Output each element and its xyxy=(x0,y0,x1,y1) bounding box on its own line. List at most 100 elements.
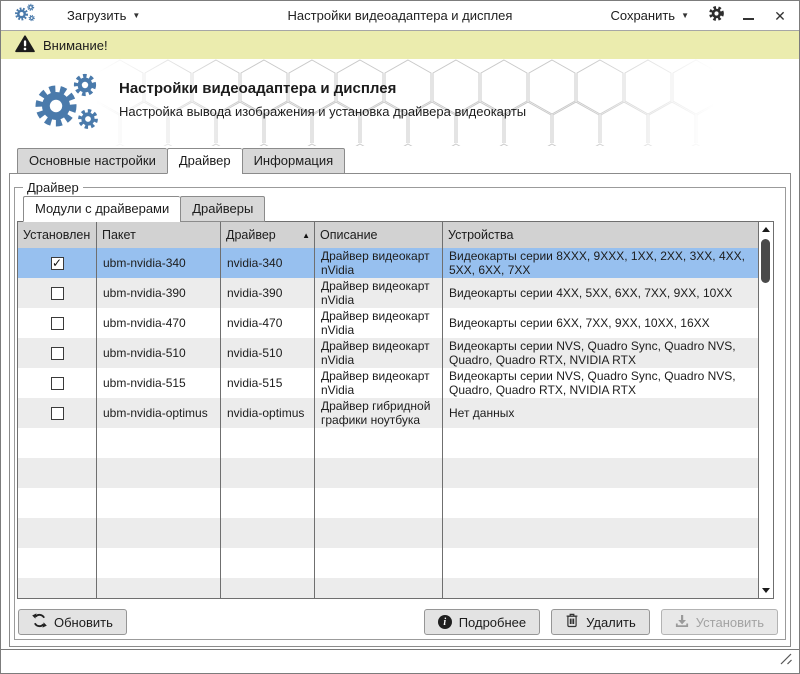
table-cell-installed xyxy=(18,308,97,338)
table-empty-row[interactable] xyxy=(18,458,759,488)
table-cell-package xyxy=(97,518,221,548)
load-menu-button[interactable]: Загрузить ▼ xyxy=(63,6,144,25)
table-cell-driver xyxy=(221,428,315,458)
installed-checkbox[interactable] xyxy=(51,347,64,360)
driver-groupbox: Драйвер Модули с драйверамиДрайверы Уста… xyxy=(14,180,786,640)
delete-button[interactable]: Удалить xyxy=(551,609,650,635)
table-row[interactable]: ubm-nvidia-510nvidia-510Драйвер видеокар… xyxy=(18,338,759,368)
column-header-driver[interactable]: Драйвер▲ xyxy=(221,222,315,248)
delete-button-label: Удалить xyxy=(586,615,636,630)
table-row[interactable]: ✓ubm-nvidia-340nvidia-340Драйвер видеока… xyxy=(18,248,759,278)
column-header-package[interactable]: Пакет xyxy=(97,222,221,248)
table-cell-devices xyxy=(443,518,759,548)
table-empty-row[interactable] xyxy=(18,518,759,548)
save-menu-button[interactable]: Сохранить ▼ xyxy=(606,6,693,25)
caret-down-icon: ▼ xyxy=(681,11,689,20)
table-cell-driver: nvidia-390 xyxy=(221,278,315,308)
table-cell-devices xyxy=(443,548,759,578)
column-header-label: Установлен xyxy=(23,228,90,242)
table-cell-description xyxy=(315,428,443,458)
table-empty-row[interactable] xyxy=(18,428,759,458)
table-cell-devices: Видеокарты серии 4XX, 5XX, 6XX, 7XX, 9XX… xyxy=(443,278,759,308)
install-button[interactable]: Установить xyxy=(661,609,778,635)
scrollbar-thumb[interactable] xyxy=(761,239,770,283)
tab-driver[interactable]: Драйвер xyxy=(167,148,242,174)
table-cell-driver xyxy=(221,488,315,518)
table-cell-package xyxy=(97,548,221,578)
table-cell-driver: nvidia-optimus xyxy=(221,398,315,428)
table-cell-installed xyxy=(18,578,97,598)
table-cell-package xyxy=(97,578,221,598)
table-cell-package: ubm-nvidia-515 xyxy=(97,368,221,398)
button-row: Обновить i Подробнее xyxy=(18,609,778,635)
details-button[interactable]: i Подробнее xyxy=(424,609,540,635)
table-cell-package: ubm-nvidia-510 xyxy=(97,338,221,368)
triangle-down-icon xyxy=(762,588,770,593)
column-header-description[interactable]: Описание xyxy=(315,222,443,248)
table-cell-devices xyxy=(443,458,759,488)
table-cell-devices xyxy=(443,578,759,598)
table-cell-description xyxy=(315,518,443,548)
table-cell-description xyxy=(315,578,443,598)
table-empty-row[interactable] xyxy=(18,578,759,598)
table-empty-row[interactable] xyxy=(18,548,759,578)
table-cell-description: Драйвер видеокарт nVidia xyxy=(315,278,443,308)
tab-drivers[interactable]: Драйверы xyxy=(180,196,265,222)
column-header-devices[interactable]: Устройства xyxy=(443,222,759,248)
table-cell-devices xyxy=(443,428,759,458)
main-area: Основные настройкиДрайверИнформация Драй… xyxy=(9,148,791,647)
scroll-down-button[interactable] xyxy=(759,583,773,598)
driver-modules-table: Установлен ПакетДрайвер▲ Описание Устройств… xyxy=(17,221,774,599)
table-cell-installed xyxy=(18,338,97,368)
table-cell-driver xyxy=(221,548,315,578)
installed-checkbox[interactable] xyxy=(51,407,64,420)
gear-icon xyxy=(708,5,725,27)
close-button[interactable]: ✕ xyxy=(771,7,789,25)
minimize-button[interactable] xyxy=(739,7,757,25)
table-cell-driver: nvidia-510 xyxy=(221,338,315,368)
installed-checkbox[interactable]: ✓ xyxy=(51,257,64,270)
statusbar xyxy=(1,649,799,673)
table-cell-installed xyxy=(18,518,97,548)
warning-icon xyxy=(15,35,35,56)
caret-down-icon: ▼ xyxy=(132,11,140,20)
table-cell-devices: Видеокарты серии NVS, Quadro Sync, Quadr… xyxy=(443,368,759,398)
table-row[interactable]: ubm-nvidia-optimusnvidia-optimusДрайвер … xyxy=(18,398,759,428)
table-empty-row[interactable] xyxy=(18,488,759,518)
installed-checkbox[interactable] xyxy=(51,317,64,330)
settings-gear-button[interactable] xyxy=(707,7,725,25)
table-cell-package: ubm-nvidia-340 xyxy=(97,248,221,278)
scroll-up-button[interactable] xyxy=(759,222,773,237)
table-cell-description xyxy=(315,458,443,488)
table-cell-description: Драйвер видеокарт nVidia xyxy=(315,368,443,398)
driver-tab-page: Драйвер Модули с драйверамиДрайверы Уста… xyxy=(9,173,791,647)
load-menu-label: Загрузить xyxy=(67,8,126,23)
column-header-installed[interactable]: Установлен xyxy=(18,222,97,248)
resize-grip[interactable] xyxy=(777,652,793,671)
table-cell-description xyxy=(315,488,443,518)
installed-checkbox[interactable] xyxy=(51,377,64,390)
installed-checkbox[interactable] xyxy=(51,287,64,300)
table-cell-driver xyxy=(221,578,315,598)
tab-main-settings[interactable]: Основные настройки xyxy=(17,148,167,174)
table-row[interactable]: ubm-nvidia-470nvidia-470Драйвер видеокар… xyxy=(18,308,759,338)
table-cell-package: ubm-nvidia-optimus xyxy=(97,398,221,428)
table-cell-driver: nvidia-470 xyxy=(221,308,315,338)
refresh-button[interactable]: Обновить xyxy=(18,609,127,635)
table-cell-driver xyxy=(221,458,315,488)
table-cell-devices: Видеокарты серии 8XXX, 9XXX, 1XX, 2XX, 3… xyxy=(443,248,759,278)
table-row[interactable]: ubm-nvidia-515nvidia-515Драйвер видеокар… xyxy=(18,368,759,398)
vertical-scrollbar[interactable] xyxy=(758,222,773,598)
triangle-up-icon xyxy=(762,227,770,232)
refresh-button-label: Обновить xyxy=(54,615,113,630)
column-header-label: Описание xyxy=(320,228,378,242)
tab-driver-modules[interactable]: Модули с драйверами xyxy=(23,196,180,222)
tab-information[interactable]: Информация xyxy=(242,148,346,174)
inner-tabbar: Модули с драйверамиДрайверы xyxy=(23,196,784,221)
column-header-label: Устройства xyxy=(448,228,513,242)
table-row[interactable]: ubm-nvidia-390nvidia-390Драйвер видеокар… xyxy=(18,278,759,308)
table-cell-package xyxy=(97,428,221,458)
table-cell-description: Драйвер видеокарт nVidia xyxy=(315,338,443,368)
save-menu-label: Сохранить xyxy=(610,8,675,23)
refresh-icon xyxy=(32,613,47,631)
